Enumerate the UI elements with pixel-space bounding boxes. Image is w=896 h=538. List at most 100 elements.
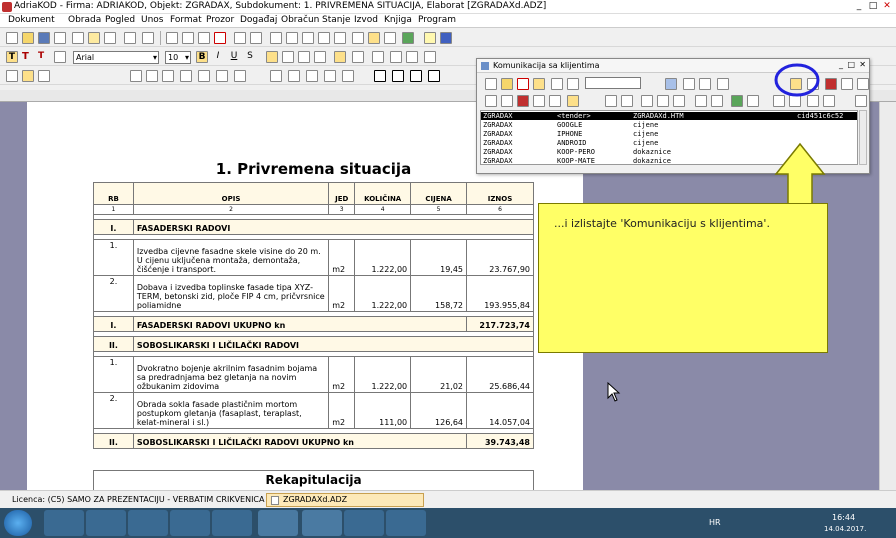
k-down-icon[interactable]: [589, 95, 601, 107]
komunikacija-close-button[interactable]: ✕: [859, 60, 866, 69]
menu-dogadaj[interactable]: Događaj: [240, 15, 277, 25]
k-view-icon[interactable]: [683, 78, 695, 90]
box-4-icon[interactable]: [428, 70, 440, 82]
eleven-icon[interactable]: [124, 32, 136, 44]
calc-icon[interactable]: [334, 32, 346, 44]
columns-icon[interactable]: [142, 32, 154, 44]
k-grid-icon[interactable]: [665, 78, 677, 90]
k-folder-icon[interactable]: [549, 95, 561, 107]
menu-dokument[interactable]: Dokument: [8, 15, 55, 25]
opera-icon[interactable]: [170, 510, 210, 536]
check-icon[interactable]: [402, 32, 414, 44]
k-new-icon[interactable]: [485, 78, 497, 90]
k-list-icon[interactable]: [699, 78, 711, 90]
menu-obrada[interactable]: Obrada: [68, 15, 101, 25]
list-item[interactable]: ZGRADAX GOOGLE cijene: [481, 121, 857, 129]
tools-icon[interactable]: [384, 32, 396, 44]
language-indicator[interactable]: HR: [709, 518, 721, 527]
close-button[interactable]: ✕: [880, 0, 894, 13]
valign-icon[interactable]: [334, 51, 346, 63]
border-1-icon[interactable]: [270, 70, 282, 82]
start-button[interactable]: [4, 510, 32, 536]
form-icon[interactable]: [318, 32, 330, 44]
k-db-icon[interactable]: [621, 95, 633, 107]
grid-icon[interactable]: [302, 32, 314, 44]
align-right-icon[interactable]: [298, 51, 310, 63]
chrome-icon[interactable]: [128, 510, 168, 536]
para-2-icon[interactable]: [22, 70, 34, 82]
vertical-scrollbar[interactable]: [879, 102, 896, 490]
k-report-icon[interactable]: [501, 95, 513, 107]
k-people-icon[interactable]: [695, 95, 707, 107]
k-tree-icon[interactable]: [731, 95, 743, 107]
k-table-icon[interactable]: [717, 78, 729, 90]
k-edit-icon[interactable]: [533, 78, 545, 90]
outdent-icon[interactable]: [146, 70, 158, 82]
clock-time[interactable]: 16:44: [832, 513, 855, 522]
k-binoculars-icon[interactable]: [647, 78, 659, 90]
menu-prozor[interactable]: Prozor: [206, 15, 234, 25]
document-tab[interactable]: ZGRADAXd.ADZ: [266, 493, 424, 507]
table-icon[interactable]: [270, 32, 282, 44]
color-icon[interactable]: [406, 51, 418, 63]
table-row[interactable]: 1. Izvedba cijevne fasadne skele visine …: [93, 238, 534, 276]
k-print-icon[interactable]: [485, 95, 497, 107]
app-icon-1[interactable]: [212, 510, 252, 536]
menu-program[interactable]: Program: [418, 15, 456, 25]
align-center-icon[interactable]: [282, 51, 294, 63]
table-row[interactable]: 2. Dobava i izvedba toplinske fasade tip…: [93, 274, 534, 312]
list-item[interactable]: ZGRADAX <tender> ZGRADAXd.HTM cid451c6c5…: [481, 112, 857, 120]
k-dollar-icon[interactable]: [737, 78, 749, 90]
report-icon[interactable]: [352, 32, 364, 44]
open-icon[interactable]: [22, 32, 34, 44]
list-item[interactable]: ZGRADAX IPHONE cijene: [481, 130, 857, 138]
table-row[interactable]: 2. Obrada sokla fasade plastičnim mortom…: [93, 391, 534, 429]
preview-icon[interactable]: [72, 32, 84, 44]
table-row[interactable]: 1. Dvokratno bojenje akrilnim fasadnim b…: [93, 355, 534, 393]
redo-icon[interactable]: [250, 32, 262, 44]
menu-unos[interactable]: Unos: [141, 15, 164, 25]
k-building-icon[interactable]: [747, 95, 759, 107]
cut-icon[interactable]: [166, 32, 178, 44]
brush-icon[interactable]: [424, 51, 436, 63]
k-basket-icon[interactable]: [839, 95, 851, 107]
app-icon-4[interactable]: [386, 510, 426, 536]
adriakod-icon[interactable]: [258, 510, 298, 536]
help-icon[interactable]: [440, 32, 452, 44]
menu-obracun[interactable]: Obračun: [281, 15, 319, 25]
style-icon[interactable]: [54, 51, 66, 63]
k-undo-icon[interactable]: [757, 78, 769, 90]
zoom-icon[interactable]: [88, 32, 100, 44]
align-left-icon[interactable]: [266, 51, 278, 63]
menu-izvod[interactable]: Izvod: [354, 15, 378, 25]
k-delete-icon[interactable]: [517, 78, 529, 90]
media-icon[interactable]: [86, 510, 126, 536]
font-a-medium-icon[interactable]: [82, 70, 94, 82]
paste-icon[interactable]: [198, 32, 210, 44]
box-2-icon[interactable]: [392, 70, 404, 82]
border-icon[interactable]: [372, 51, 384, 63]
k-truck-icon[interactable]: [517, 95, 529, 107]
strike-button[interactable]: S: [244, 51, 256, 63]
komunikacija-list-scrollbar[interactable]: [859, 110, 867, 165]
bullets-icon[interactable]: [162, 70, 174, 82]
app-icon-3[interactable]: [344, 510, 384, 536]
k-search-input[interactable]: [585, 77, 641, 89]
menu-pogled[interactable]: Pogled: [105, 15, 135, 25]
k-data-icon[interactable]: [823, 95, 835, 107]
para-3-icon[interactable]: [38, 70, 50, 82]
shading-icon[interactable]: [390, 51, 402, 63]
frame-icon[interactable]: [216, 70, 228, 82]
box-1-icon[interactable]: [374, 70, 386, 82]
new-icon[interactable]: [6, 32, 18, 44]
tab-icon[interactable]: [198, 70, 210, 82]
italic-button[interactable]: I: [212, 51, 224, 63]
hint-icon[interactable]: [424, 32, 436, 44]
border-5-icon[interactable]: [342, 70, 354, 82]
komunikacija-minimize-button[interactable]: _: [839, 60, 843, 69]
ie-icon[interactable]: [44, 510, 84, 536]
font-size-select[interactable]: 10: [165, 51, 191, 64]
k-note-icon[interactable]: [567, 95, 579, 107]
k-open-icon[interactable]: [501, 78, 513, 90]
k-red-icon[interactable]: [825, 78, 837, 90]
